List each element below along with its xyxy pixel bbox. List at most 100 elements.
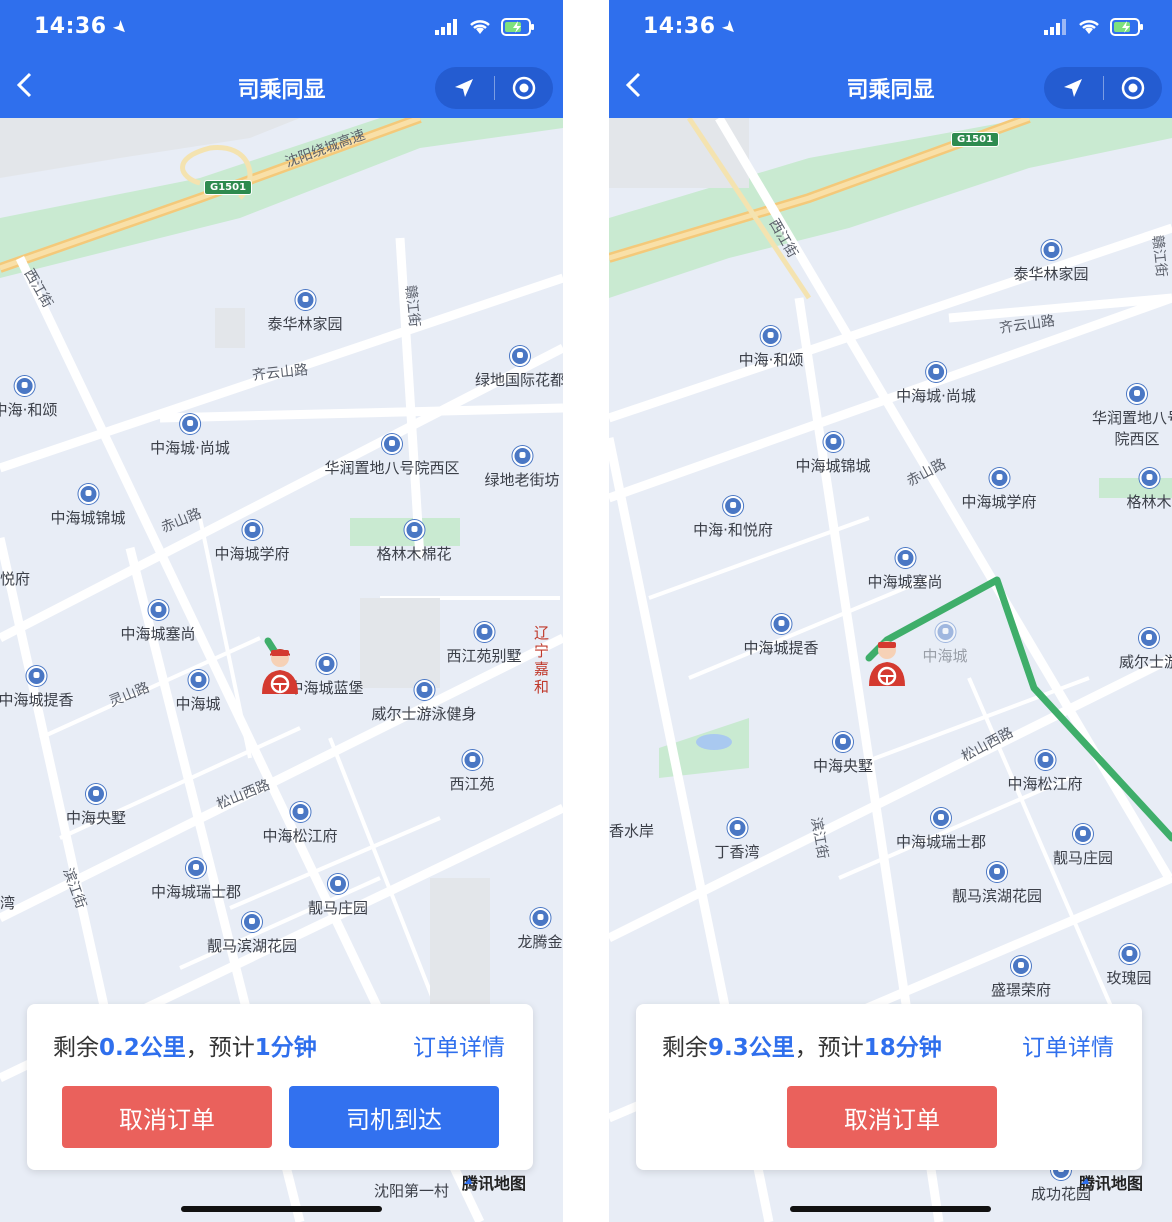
- map-poi[interactable]: 中海城学府: [961, 468, 1037, 512]
- highway-shield: G1501: [951, 132, 1000, 147]
- map-poi[interactable]: 中海·和悦府: [693, 496, 773, 540]
- close-miniprogram-button[interactable]: [495, 67, 554, 109]
- map-poi[interactable]: 中海城锦城: [795, 432, 871, 476]
- map-poi[interactable]: 中海城: [922, 622, 968, 666]
- map-poi[interactable]: 靓马滨湖花园: [207, 912, 297, 956]
- tencent-map-logo-icon: [1081, 1172, 1093, 1184]
- order-detail-link[interactable]: 订单详情: [1022, 1028, 1114, 1062]
- poi-pin-icon: [473, 622, 494, 642]
- map-poi[interactable]: 绿地老街坊: [484, 446, 560, 490]
- map-poi[interactable]: 威尔士游泳健身: [371, 680, 477, 724]
- map-poi[interactable]: 华润置地八号院西区: [322, 434, 462, 478]
- location-arrow-icon: ➤: [107, 15, 133, 41]
- map-brand: 腾讯地图: [1079, 1170, 1143, 1194]
- cancel-order-button[interactable]: 取消订单: [62, 1086, 272, 1148]
- map-poi[interactable]: 威尔士游: [1119, 628, 1172, 672]
- poi-pin-icon: [147, 600, 168, 620]
- navigation-icon: [455, 79, 474, 97]
- wifi-icon: [1079, 20, 1099, 34]
- tencent-map-logo-icon: [464, 1172, 476, 1184]
- map-poi[interactable]: 中海央墅: [66, 784, 126, 828]
- location-share-button[interactable]: [1044, 67, 1103, 109]
- poi-pin-icon: [185, 858, 206, 878]
- map-poi[interactable]: 中海央墅: [813, 732, 873, 776]
- close-miniprogram-button[interactable]: [1104, 67, 1163, 109]
- map-poi[interactable]: 靓马庄园: [1053, 824, 1113, 868]
- navigation-icon: [1064, 79, 1083, 97]
- battery-icon: [1110, 18, 1143, 36]
- poi-pin-icon: [461, 750, 482, 770]
- poi-pin-icon: [85, 784, 106, 804]
- map-poi[interactable]: 靓马庄园: [308, 874, 368, 918]
- map-poi[interactable]: 中海·和颂: [0, 376, 57, 420]
- map-poi[interactable]: 中海松江府: [262, 802, 338, 846]
- map-poi[interactable]: 泰华林家园: [1013, 240, 1089, 284]
- capsule-menu: [435, 67, 553, 109]
- map-poi[interactable]: 格林木: [1126, 468, 1172, 512]
- poi-pin-icon: [986, 862, 1007, 882]
- map-poi[interactable]: 丁香湾: [714, 818, 760, 862]
- status-time: 14:36➤: [34, 14, 133, 41]
- wifi-icon: [470, 20, 490, 34]
- map-poi[interactable]: 中海城塞尚: [120, 600, 196, 644]
- map-poi[interactable]: 中海城锦城: [50, 484, 126, 528]
- map-poi[interactable]: 绿地国际花都: [475, 346, 563, 390]
- home-indicator[interactable]: [790, 1206, 991, 1212]
- trip-info-card: 剩余9.3公里，预计18分钟 订单详情 取消订单: [636, 1004, 1142, 1170]
- poi-pin-icon: [930, 808, 951, 828]
- poi-pin-icon: [529, 908, 550, 928]
- map-poi[interactable]: 中海城提香: [743, 614, 819, 658]
- map-poi[interactable]: 龙腾金: [517, 908, 563, 952]
- nav-header: 14:36➤ 司乘同显: [609, 0, 1172, 118]
- poi-pin-icon: [1010, 956, 1031, 976]
- map-poi[interactable]: 盛璟荣府: [991, 956, 1051, 1000]
- map-poi[interactable]: 西江苑别墅: [446, 622, 522, 666]
- capsule-menu: [1044, 67, 1162, 109]
- status-icons: [1044, 18, 1144, 36]
- poi-pin-icon: [187, 670, 208, 690]
- poi-pin-icon: [509, 346, 530, 366]
- map-poi[interactable]: 中海城瑞士郡: [151, 858, 241, 902]
- poi-pin-icon: [241, 912, 262, 932]
- poi-pin-icon: [822, 432, 843, 452]
- driver-car-icon: [869, 641, 905, 686]
- location-arrow-icon: ➤: [716, 15, 742, 41]
- map-poi[interactable]: 中海城瑞士郡: [896, 808, 986, 852]
- map-poi[interactable]: 西江苑: [449, 750, 495, 794]
- home-indicator[interactable]: [181, 1206, 382, 1212]
- map-poi[interactable]: 中海城·尚城: [896, 362, 976, 406]
- signal-icon: [435, 19, 457, 35]
- cancel-order-button[interactable]: 取消订单: [787, 1086, 997, 1148]
- poi-pin-icon: [1138, 468, 1159, 488]
- driver-car-icon: [262, 649, 298, 694]
- poi-pin-icon: [1138, 628, 1159, 648]
- order-detail-link[interactable]: 订单详情: [413, 1028, 505, 1062]
- map-poi[interactable]: 华润置地八号院西区: [1089, 384, 1172, 449]
- map-brand: 腾讯地图: [462, 1170, 526, 1194]
- poi-pin-icon: [327, 874, 348, 894]
- map-poi[interactable]: 中海城: [175, 670, 221, 714]
- poi-pin-icon: [315, 654, 336, 674]
- poi-pin-icon: [15, 376, 35, 396]
- remaining-info: 剩余9.3公里，预计18分钟: [662, 1035, 942, 1061]
- map-poi[interactable]: 中海城·尚城: [150, 414, 230, 458]
- map-poi[interactable]: 玫瑰园: [1106, 944, 1152, 988]
- signal-icon: [1044, 19, 1066, 35]
- location-share-button[interactable]: [435, 67, 494, 109]
- driver-arrived-button[interactable]: 司机到达: [289, 1086, 499, 1148]
- remaining-info: 剩余0.2公里，预计1分钟: [53, 1035, 317, 1061]
- map-poi[interactable]: 中海松江府: [1007, 750, 1083, 794]
- poi-pin-icon: [1072, 824, 1093, 844]
- poi-pin-icon: [934, 622, 955, 642]
- map-poi[interactable]: 中海城学府: [214, 520, 290, 564]
- map-poi[interactable]: 中海·和颂: [739, 326, 803, 370]
- poi-pin-icon: [926, 362, 946, 382]
- map-poi[interactable]: 泰华林家园: [267, 290, 343, 334]
- poi-pin-icon: [1118, 944, 1139, 964]
- map-poi[interactable]: 中海城塞尚: [867, 548, 943, 592]
- map-poi[interactable]: 格林木棉花: [376, 520, 452, 564]
- poi-pin-icon: [832, 732, 853, 752]
- poi-pin-icon: [241, 520, 262, 540]
- map-poi[interactable]: 靓马滨湖花园: [952, 862, 1042, 906]
- map-poi[interactable]: 中海城提香: [0, 666, 74, 710]
